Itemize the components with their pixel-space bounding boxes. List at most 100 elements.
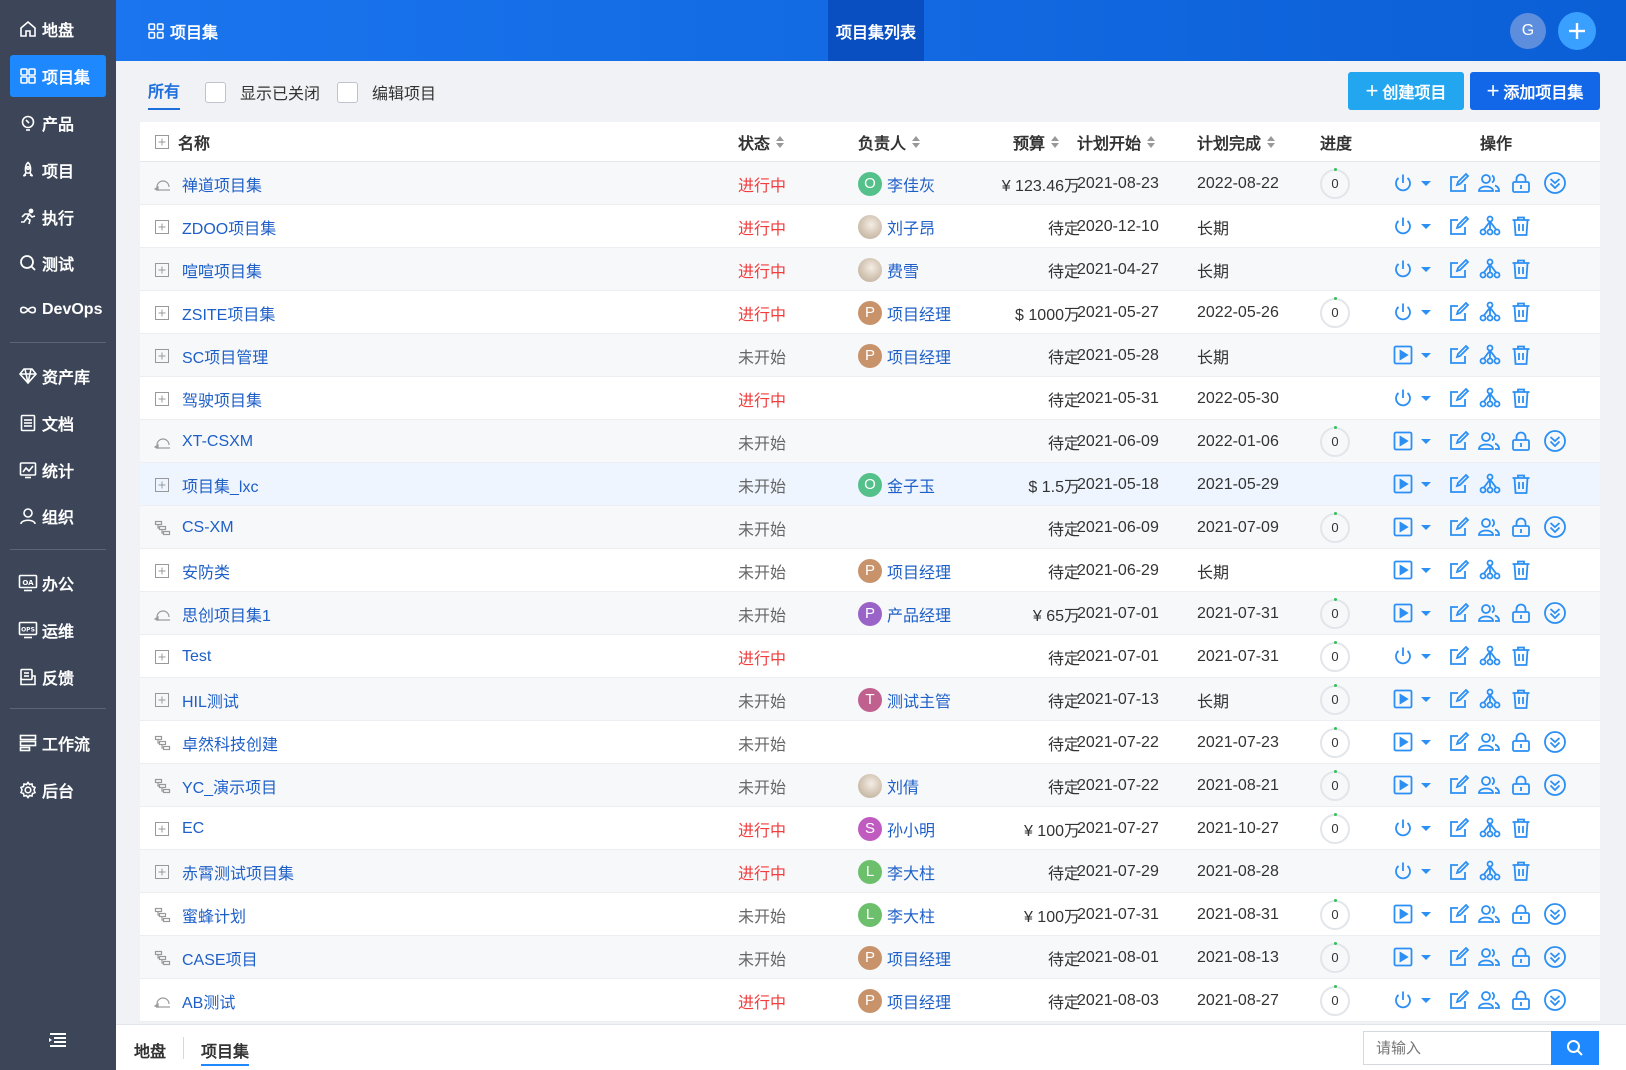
caret-down-icon[interactable]	[1420, 602, 1432, 624]
more-down-icon[interactable]	[1543, 988, 1566, 1011]
footer-crumb-home[interactable]: 地盘	[134, 1038, 166, 1062]
expand-icon[interactable]	[154, 807, 174, 850]
trash-icon[interactable]	[1510, 473, 1532, 495]
edit-icon[interactable]	[1448, 344, 1470, 366]
caret-down-icon[interactable]	[1420, 473, 1432, 495]
caret-down-icon[interactable]	[1420, 946, 1432, 968]
owner-name[interactable]: 孙小明	[887, 817, 935, 841]
edit-icon[interactable]	[1448, 860, 1470, 882]
tree-icon[interactable]	[1479, 344, 1501, 366]
lock-icon[interactable]	[1510, 946, 1532, 968]
sidebar-item-11[interactable]: OA 办公	[10, 562, 106, 604]
row-name-link[interactable]: SC项目管理	[182, 334, 268, 377]
row-name-link[interactable]: 禅道项目集	[182, 162, 262, 205]
col-end[interactable]: 计划完成	[1197, 122, 1276, 162]
team-icon[interactable]	[1477, 731, 1500, 753]
more-down-icon[interactable]	[1543, 171, 1566, 194]
expand-icon[interactable]	[154, 463, 174, 506]
sort-icon[interactable]	[775, 135, 785, 149]
row-name-link[interactable]: XT-CSXM	[182, 420, 253, 463]
sidebar-item-14[interactable]: 工作流	[10, 722, 106, 764]
tree-icon[interactable]	[1479, 559, 1501, 581]
more-down-icon[interactable]	[1543, 773, 1566, 796]
expand-icon[interactable]	[154, 334, 174, 377]
sidebar-item-12[interactable]: OPS 运维	[10, 609, 106, 651]
checkbox-box[interactable]	[337, 81, 358, 103]
caret-down-icon[interactable]	[1420, 387, 1432, 409]
footer-crumb-current[interactable]: 项目集	[201, 1038, 250, 1066]
trash-icon[interactable]	[1510, 817, 1532, 839]
power-icon[interactable]	[1392, 258, 1414, 280]
edit-icon[interactable]	[1448, 731, 1470, 753]
sidebar-item-15[interactable]: 后台	[10, 769, 106, 811]
lock-icon[interactable]	[1510, 172, 1532, 194]
row-name-link[interactable]: 安防类	[182, 549, 230, 592]
edit-icon[interactable]	[1448, 258, 1470, 280]
edit-icon[interactable]	[1448, 602, 1470, 624]
team-icon[interactable]	[1477, 516, 1500, 538]
caret-down-icon[interactable]	[1420, 516, 1432, 538]
team-icon[interactable]	[1477, 946, 1500, 968]
expand-icon[interactable]	[154, 678, 174, 721]
edit-icon[interactable]	[1448, 559, 1470, 581]
more-down-icon[interactable]	[1543, 945, 1566, 968]
edit-icon[interactable]	[1448, 645, 1470, 667]
edit-icon[interactable]	[1448, 688, 1470, 710]
owner-name[interactable]: 李大柱	[887, 860, 935, 884]
col-budget[interactable]: 预算	[1013, 122, 1060, 162]
expand-icon[interactable]	[154, 248, 174, 291]
row-name-link[interactable]: AB测试	[182, 979, 235, 1022]
row-name-link[interactable]: 喧喧项目集	[182, 248, 262, 291]
trash-icon[interactable]	[1510, 258, 1532, 280]
edit-icon[interactable]	[1448, 903, 1470, 925]
tree-icon[interactable]	[1479, 688, 1501, 710]
expand-icon[interactable]	[154, 635, 174, 678]
row-name-link[interactable]: YC_演示项目	[182, 764, 277, 807]
edit-icon[interactable]	[1448, 516, 1470, 538]
team-icon[interactable]	[1477, 903, 1500, 925]
more-down-icon[interactable]	[1543, 429, 1566, 452]
team-icon[interactable]	[1477, 774, 1500, 796]
lock-icon[interactable]	[1510, 774, 1532, 796]
row-name-link[interactable]: CS-XM	[182, 506, 234, 549]
caret-down-icon[interactable]	[1420, 559, 1432, 581]
row-name-link[interactable]: ZSITE项目集	[182, 291, 275, 334]
row-name-link[interactable]: 赤霄测试项目集	[182, 850, 294, 893]
trash-icon[interactable]	[1510, 645, 1532, 667]
col-start[interactable]: 计划开始	[1077, 122, 1156, 162]
add-program-button[interactable]: + 添加项目集	[1470, 72, 1600, 110]
caret-down-icon[interactable]	[1420, 817, 1432, 839]
edit-icon[interactable]	[1448, 172, 1470, 194]
sidebar-item-2[interactable]: 产品	[10, 102, 106, 144]
tree-icon[interactable]	[1479, 473, 1501, 495]
row-name-link[interactable]: 项目集_lxc	[182, 463, 258, 506]
play-icon[interactable]	[1392, 344, 1414, 366]
caret-down-icon[interactable]	[1420, 860, 1432, 882]
power-icon[interactable]	[1392, 860, 1414, 882]
trash-icon[interactable]	[1510, 387, 1532, 409]
play-icon[interactable]	[1392, 946, 1414, 968]
play-icon[interactable]	[1392, 688, 1414, 710]
expand-icon[interactable]	[154, 205, 174, 248]
sidebar-item-3[interactable]: 项目	[10, 149, 106, 191]
caret-down-icon[interactable]	[1420, 645, 1432, 667]
owner-name[interactable]: 刘子昂	[887, 215, 935, 239]
expand-icon[interactable]	[154, 291, 174, 334]
row-name-link[interactable]: HIL测试	[182, 678, 239, 721]
edit-icon[interactable]	[1448, 989, 1470, 1011]
trash-icon[interactable]	[1510, 688, 1532, 710]
play-icon[interactable]	[1392, 602, 1414, 624]
power-icon[interactable]	[1392, 215, 1414, 237]
edit-icon[interactable]	[1448, 301, 1470, 323]
tree-icon[interactable]	[1479, 301, 1501, 323]
expand-all-icon[interactable]	[154, 122, 170, 162]
play-icon[interactable]	[1392, 516, 1414, 538]
row-name-link[interactable]: CASE项目	[182, 936, 258, 979]
col-status[interactable]: 状态	[738, 122, 785, 162]
lock-icon[interactable]	[1510, 602, 1532, 624]
team-icon[interactable]	[1477, 989, 1500, 1011]
tree-icon[interactable]	[1479, 645, 1501, 667]
expand-icon[interactable]	[154, 850, 174, 893]
sort-icon[interactable]	[1146, 135, 1156, 149]
sidebar-item-10[interactable]: 组织	[10, 495, 106, 537]
